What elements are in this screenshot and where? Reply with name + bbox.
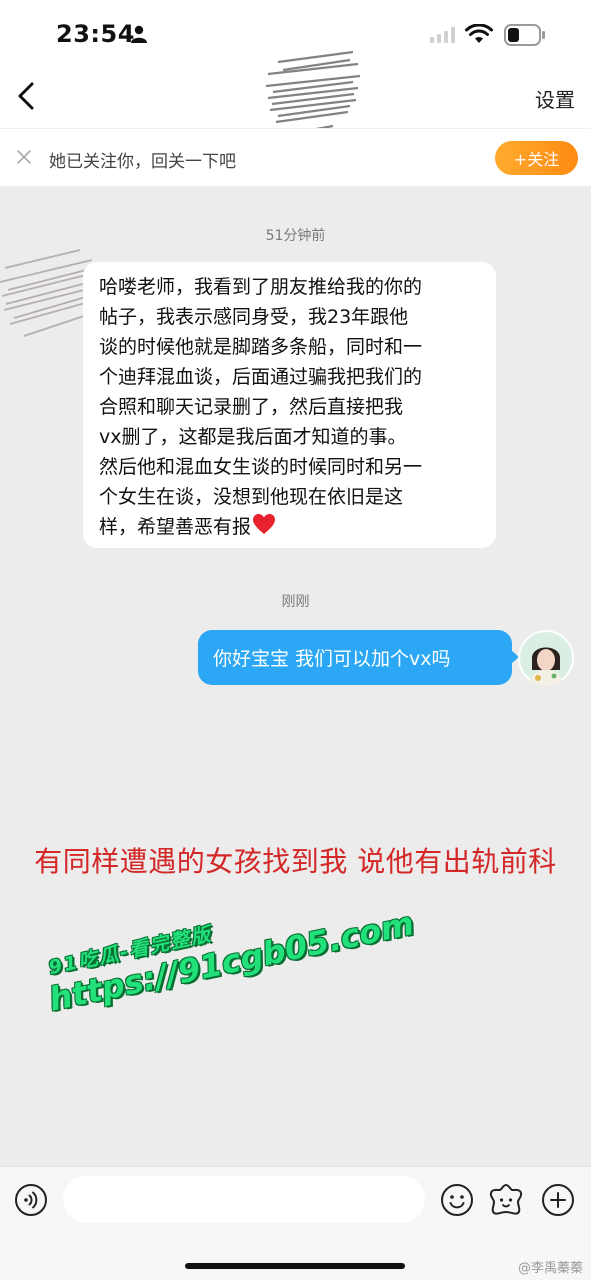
follow-back-button[interactable]: +关注 [495, 141, 578, 175]
message-timestamp: 刚刚 [281, 594, 310, 610]
battery-icon [504, 24, 545, 46]
message-line: 帖子，我表示感同身受，我23年跟他 [99, 306, 409, 328]
home-indicator [185, 1263, 405, 1269]
voice-icon[interactable] [14, 1183, 48, 1217]
credit-watermark: @李禹蓁蓁 [517, 1261, 583, 1276]
message-line: vx删了，这都是我后面才知道的事。 [99, 426, 407, 448]
outgoing-message-text: 你好宝宝 我们可以加个vx吗 [213, 648, 451, 670]
message-line-last: 样，希望善恶有报 [99, 512, 482, 542]
message-line: 个女生在谈，没想到他现在依旧是这 [99, 486, 404, 508]
heart-icon [253, 514, 276, 534]
back-icon[interactable] [10, 76, 46, 116]
status-time: 23:54 [56, 20, 135, 48]
nav-bar: 设置 [0, 50, 591, 136]
message-line: 个迪拜混血谈，后面通过骗我把我们的 [99, 366, 423, 388]
settings-button[interactable]: 设置 [535, 84, 575, 113]
follow-banner: 她已关注你，回关一下吧 +关注 [0, 128, 591, 186]
message-line-text: 样，希望善恶有报 [99, 516, 252, 538]
follow-prompt-text: 她已关注你，回关一下吧 [49, 152, 236, 172]
message-line: 合照和聊天记录删了，然后直接把我 [99, 396, 404, 418]
watermark: 91吃瓜-看完整版 https://91cgb05.com [40, 878, 418, 1018]
person-icon [131, 25, 147, 43]
signal-icon [430, 27, 455, 43]
outgoing-message-bubble: 你好宝宝 我们可以加个vx吗 [198, 630, 519, 685]
redaction-scribble [265, 50, 361, 136]
input-bar: @李禹蓁蓁 [0, 1166, 591, 1280]
message-line: 哈喽老师，我看到了朋友推给我的你的 [99, 276, 423, 298]
incoming-message-bubble: 哈喽老师，我看到了朋友推给我的你的 帖子，我表示感同身受，我23年跟他 谈的时候… [83, 262, 496, 548]
sticker-icon[interactable] [488, 1182, 524, 1218]
emoji-icon[interactable] [440, 1183, 474, 1217]
message-input[interactable] [63, 1176, 425, 1223]
close-icon[interactable] [16, 149, 32, 165]
plus-icon[interactable] [541, 1183, 575, 1217]
message-line: 然后他和混血女生谈的时候同时和另一 [99, 456, 423, 478]
overlay-caption: 有同样遭遇的女孩找到我 说他有出轨前科 [34, 845, 557, 878]
avatar[interactable] [518, 630, 574, 686]
message-line: 谈的时候他就是脚踏多条船，同时和一 [99, 336, 423, 358]
wifi-icon [465, 24, 493, 43]
